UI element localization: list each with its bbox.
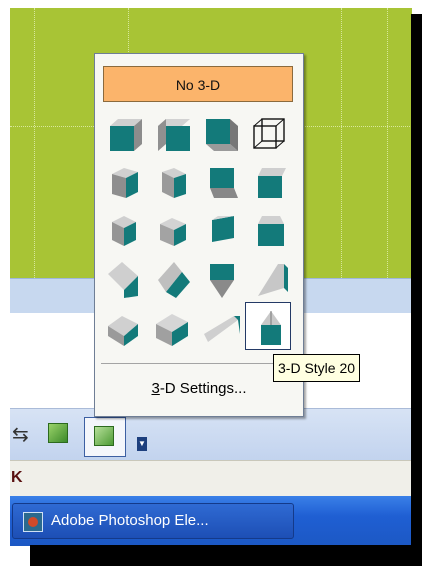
screenshot-shadow [30, 545, 422, 566]
3d-style-9-icon [112, 216, 136, 246]
style-cell-14[interactable] [149, 254, 195, 302]
3d-style-18-icon [156, 314, 188, 346]
3d-style-16-icon [258, 264, 288, 296]
3d-style-17-icon [108, 316, 138, 346]
taskbar-button-photoshop[interactable]: Adobe Photoshop Ele... [12, 503, 294, 539]
style-cell-20[interactable] [245, 302, 291, 350]
style-cell-1[interactable] [101, 110, 147, 158]
toolbar-glyph: K [11, 469, 23, 486]
align-icon[interactable]: ⇆ [12, 425, 29, 445]
3d-style-1-icon [110, 119, 142, 151]
3d-style-19-icon [204, 316, 240, 342]
style-cell-6[interactable] [149, 158, 195, 206]
3d-style-13-icon [108, 262, 138, 298]
style-cell-2[interactable] [149, 110, 195, 158]
style-cell-8[interactable] [245, 158, 291, 206]
style-cell-12[interactable] [245, 206, 291, 254]
screenshot-shadow [411, 14, 422, 563]
shadow-style-icon[interactable] [48, 423, 68, 443]
3d-style-7-icon [210, 168, 238, 198]
style-cell-5[interactable] [101, 158, 147, 206]
3d-style-14-icon [158, 262, 190, 298]
3d-style-3-icon [206, 119, 238, 151]
style-cell-19[interactable] [197, 302, 243, 350]
style-cell-11[interactable] [197, 206, 243, 254]
style-cell-3[interactable] [197, 110, 243, 158]
style-cell-7[interactable] [197, 158, 243, 206]
style-cell-13[interactable] [101, 254, 147, 302]
3d-style-icon [94, 426, 114, 446]
3d-style-5-icon [112, 168, 138, 198]
3d-style-15-icon [210, 264, 234, 298]
secondary-toolbar: K [10, 460, 412, 497]
chevron-down-icon[interactable]: ▼ [137, 437, 147, 451]
screenshot-frame: ⇆ ▼ K Adobe Photoshop Ele... No 3-D 3-D … [10, 8, 412, 546]
tooltip: 3-D Style 20 [273, 354, 361, 382]
3d-style-12-icon [258, 216, 284, 246]
3d-style-6-icon [162, 168, 186, 198]
3d-style-4-icon [253, 118, 285, 149]
style-cell-9[interactable] [101, 206, 147, 254]
3d-style-11-icon [212, 216, 234, 242]
3d-settings-menu-item[interactable]: 3-D Settings... [95, 374, 303, 404]
taskbar: Adobe Photoshop Ele... [10, 496, 412, 546]
style-cell-15[interactable] [197, 254, 243, 302]
menu-separator [101, 363, 297, 364]
settings-accelerator: 3 [151, 380, 160, 397]
3d-style-20-icon [261, 311, 281, 345]
no-3d-button[interactable]: No 3-D [103, 66, 293, 102]
taskbar-button-label: Adobe Photoshop Ele... [51, 512, 209, 529]
style-cell-10[interactable] [149, 206, 195, 254]
3d-style-2-icon [158, 119, 190, 151]
3d-style-8-icon [258, 168, 286, 198]
3d-style-10-icon [160, 218, 186, 246]
style-cell-4[interactable] [245, 110, 291, 158]
3d-style-button[interactable] [84, 417, 126, 457]
style-cell-17[interactable] [101, 302, 147, 350]
style-cell-16[interactable] [245, 254, 291, 302]
photoshop-elements-icon [23, 512, 43, 532]
style-cell-18[interactable] [149, 302, 195, 350]
settings-label-rest: -D Settings... [159, 380, 247, 397]
